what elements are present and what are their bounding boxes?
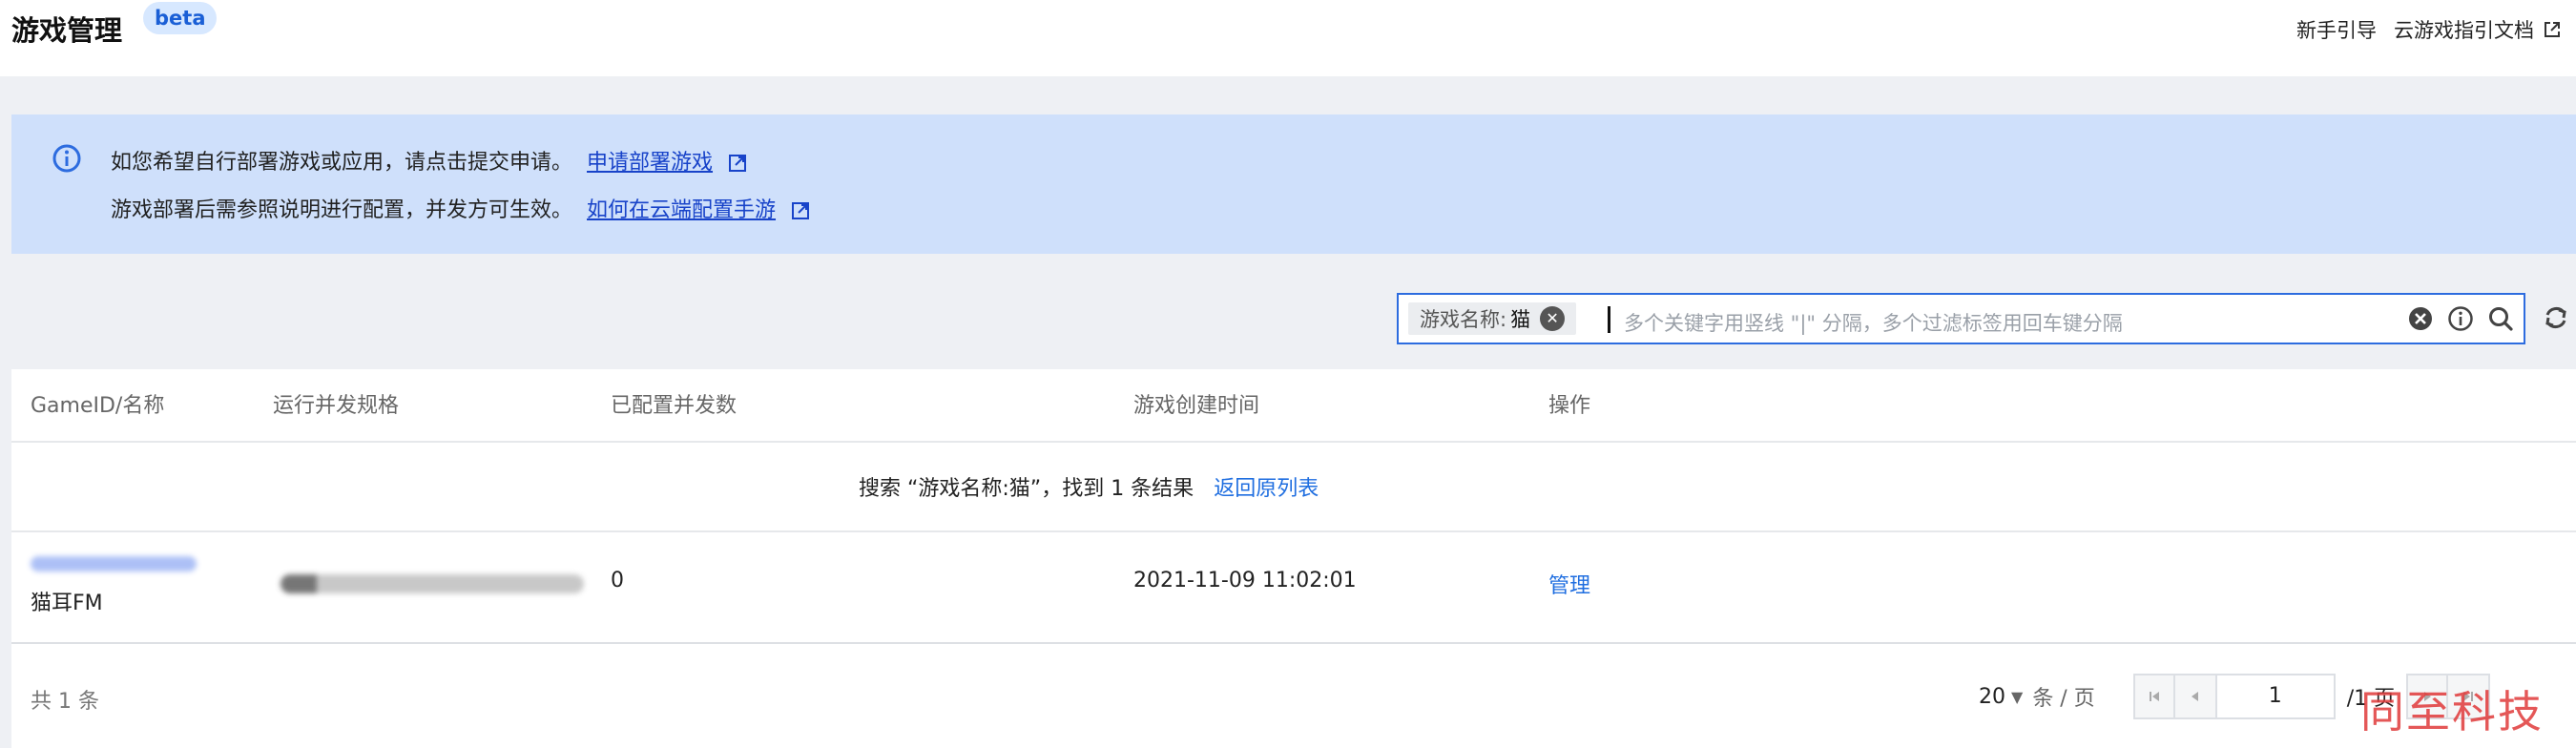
filter-tag-value: 猫 bbox=[1510, 308, 1531, 331]
info-notice: 如您希望自行部署游戏或应用，请点击提交申请。 申请部署游戏 游戏部署后需参照说明… bbox=[11, 114, 2576, 254]
created-time: 2021-11-09 11:02:01 bbox=[1133, 569, 1357, 592]
total-count: 共 1 条 bbox=[31, 690, 99, 714]
caret-down-icon: ▼ bbox=[2011, 687, 2024, 706]
external-link-icon[interactable] bbox=[2544, 21, 2561, 38]
prev-page-icon bbox=[2191, 692, 2198, 701]
remove-tag-icon[interactable]: ✕ bbox=[1540, 306, 1566, 331]
search-result-summary: 搜索 “游戏名称:猫”，找到 1 条结果 返回原列表 bbox=[859, 471, 1319, 502]
prev-page-button[interactable] bbox=[2174, 674, 2217, 719]
column-header-actions: 操作 bbox=[1548, 394, 1591, 418]
notice-line-1: 如您希望自行部署游戏或应用，请点击提交申请。 申请部署游戏 bbox=[111, 145, 747, 176]
game-table: GameID/名称 运行并发规格 已配置并发数 游戏创建时间 操作 搜索 “游戏… bbox=[11, 369, 2576, 748]
search-result-row: 搜索 “游戏名称:猫”，找到 1 条结果 返回原列表 bbox=[11, 443, 2576, 532]
column-header-gameid: GameID/名称 bbox=[31, 394, 165, 418]
page-size-value: 20 bbox=[1979, 684, 2005, 709]
search-filter-box[interactable]: 游戏名称: 猫 ✕ 多个关键字用竖线 "|" 分隔，多个过滤标签用回车键分隔 bbox=[1397, 293, 2525, 344]
search-icon[interactable] bbox=[2487, 305, 2514, 332]
apply-deploy-link[interactable]: 申请部署游戏 bbox=[587, 151, 713, 175]
column-header-spec: 运行并发规格 bbox=[273, 394, 400, 418]
notice-line-2: 游戏部署后需参照说明进行配置，并发方可生效。 如何在云端配置手游 bbox=[111, 193, 810, 223]
table-header: GameID/名称 运行并发规格 已配置并发数 游戏创建时间 操作 bbox=[11, 369, 2576, 443]
cloud-config-guide-link[interactable]: 如何在云端配置手游 bbox=[587, 198, 776, 222]
watermark: 同至科技 bbox=[2360, 686, 2544, 738]
game-id-link[interactable] bbox=[31, 556, 197, 571]
notice-text-2: 游戏部署后需参照说明进行配置，并发方可生效。 bbox=[111, 198, 573, 222]
help-info-icon[interactable] bbox=[2447, 305, 2474, 332]
top-header: 游戏管理 beta 新手引导 云游戏指引文档 bbox=[0, 0, 2576, 76]
column-header-created: 游戏创建时间 bbox=[1133, 394, 1260, 418]
header-links: 新手引导 云游戏指引文档 bbox=[2279, 13, 2561, 46]
external-link-icon[interactable] bbox=[792, 202, 810, 219]
back-to-list-link[interactable]: 返回原列表 bbox=[1214, 477, 1319, 501]
search-result-text: 搜索 “游戏名称:猫”，找到 1 条结果 bbox=[859, 477, 1195, 501]
beta-badge: beta bbox=[143, 2, 218, 34]
page-number-input[interactable]: 1 bbox=[2216, 674, 2336, 719]
first-page-icon bbox=[2149, 692, 2159, 701]
cloud-game-docs-link[interactable]: 云游戏指引文档 bbox=[2394, 15, 2534, 44]
table-row: 猫耳FM 0 2021-11-09 11:02:01 管理 bbox=[11, 532, 2576, 644]
filter-tag[interactable]: 游戏名称: 猫 ✕ bbox=[1408, 302, 1577, 335]
external-link-icon[interactable] bbox=[729, 155, 747, 172]
first-page-button[interactable] bbox=[2132, 674, 2175, 719]
run-spec-value bbox=[280, 574, 584, 593]
filter-tag-label: 游戏名称: bbox=[1420, 308, 1507, 331]
info-circle-icon bbox=[52, 144, 81, 173]
page-size-unit: 条 / 页 bbox=[2032, 687, 2095, 711]
text-cursor bbox=[1608, 306, 1610, 333]
page-size-select[interactable]: 20 ▼ 条 / 页 bbox=[1979, 681, 2095, 712]
configured-concurrency: 0 bbox=[611, 569, 624, 592]
notice-text-1: 如您希望自行部署游戏或应用，请点击提交申请。 bbox=[111, 151, 573, 175]
manage-button[interactable]: 管理 bbox=[1548, 569, 1590, 599]
search-actions bbox=[2407, 305, 2514, 332]
page-title: 游戏管理 bbox=[11, 14, 123, 47]
search-input[interactable]: 多个关键字用竖线 "|" 分隔，多个过滤标签用回车键分隔 bbox=[1624, 308, 2123, 337]
newbie-guide-link[interactable]: 新手引导 bbox=[2296, 15, 2377, 44]
clear-search-icon[interactable] bbox=[2407, 305, 2434, 332]
game-name: 猫耳FM bbox=[31, 592, 103, 615]
column-header-concurrency: 已配置并发数 bbox=[611, 394, 737, 418]
refresh-icon[interactable] bbox=[2542, 301, 2570, 334]
